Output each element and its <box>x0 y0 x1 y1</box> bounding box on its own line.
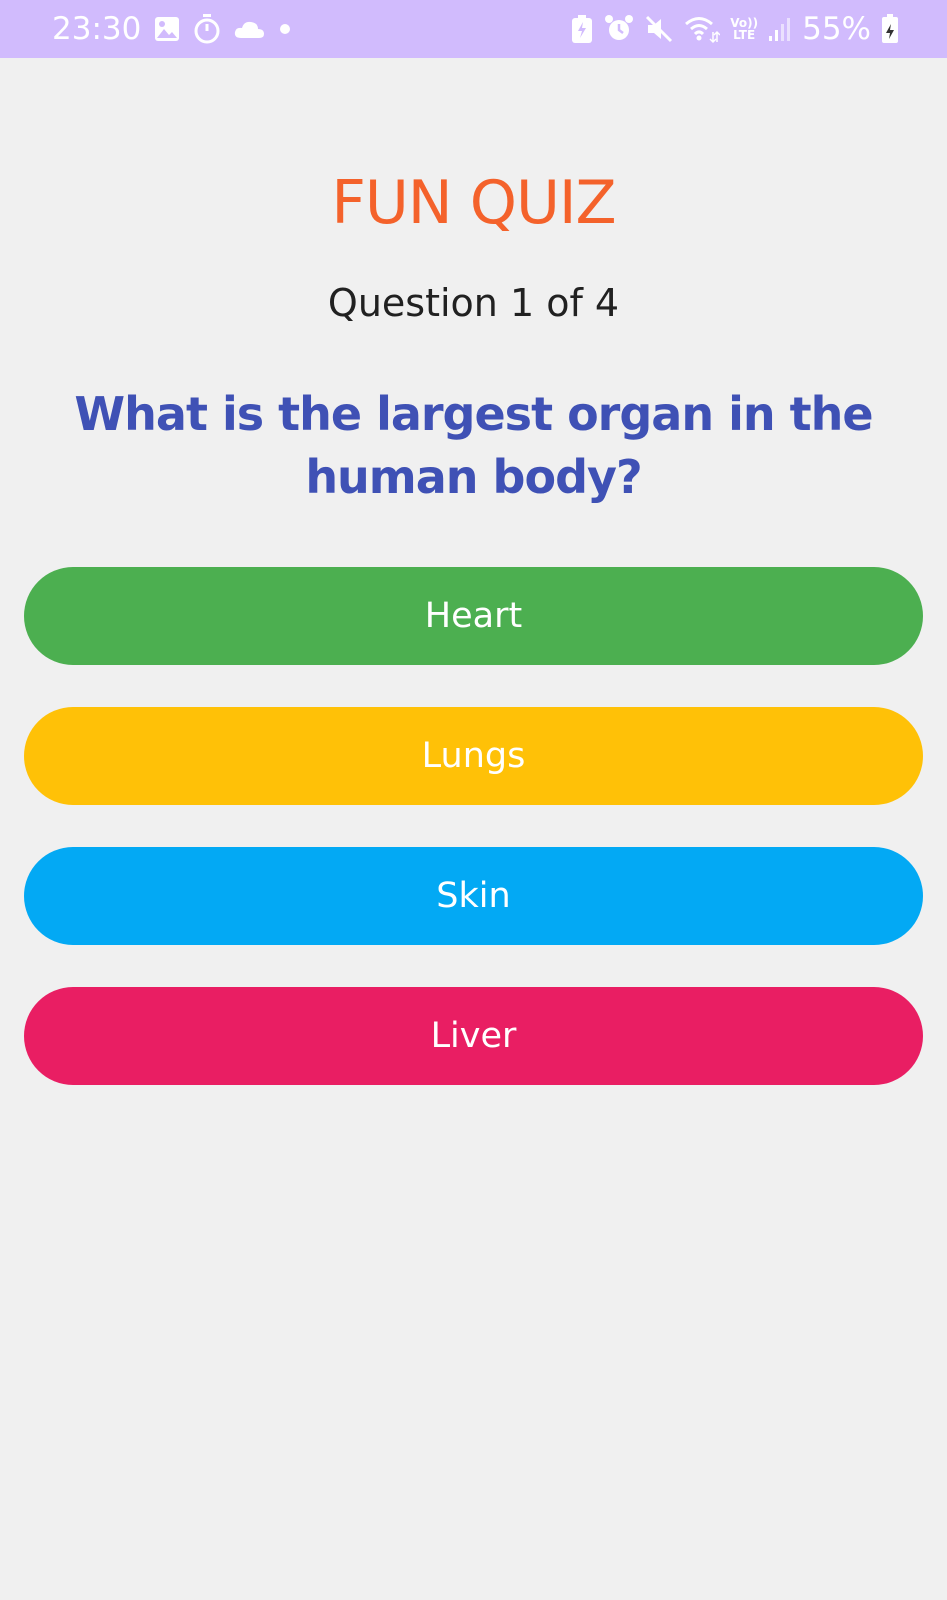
question-progress: Question 1 of 4 <box>327 281 620 325</box>
battery-percent: 55% <box>802 11 871 47</box>
alarm-icon <box>604 14 634 44</box>
volte-icon: Vo)) LTE <box>730 17 758 41</box>
answer-label: Liver <box>430 1016 517 1056</box>
answer-button-liver[interactable]: Liver <box>24 987 923 1085</box>
status-time: 23:30 <box>52 11 142 47</box>
battery-icon <box>881 14 899 44</box>
mute-icon <box>644 14 674 44</box>
signal-icon <box>768 16 792 42</box>
answer-label: Skin <box>436 876 511 916</box>
wifi-icon <box>684 14 721 44</box>
question-text: What is the largest organ in the human b… <box>74 387 873 504</box>
quiz-title: FUN QUIZ <box>331 168 616 238</box>
battery-saver-icon <box>570 15 594 43</box>
answer-label: Lungs <box>421 736 526 776</box>
status-bar: 23:30 Vo)) LTE 55% <box>0 0 947 58</box>
answer-button-heart[interactable]: Heart <box>24 567 923 665</box>
status-bar-right: Vo)) LTE 55% <box>570 0 899 58</box>
answer-button-skin[interactable]: Skin <box>24 847 923 945</box>
notification-dot-icon <box>277 21 293 37</box>
timer-icon <box>193 14 221 44</box>
answer-button-lungs[interactable]: Lungs <box>24 707 923 805</box>
cloud-icon <box>233 18 265 40</box>
gallery-icon <box>153 15 181 43</box>
answer-label: Heart <box>424 596 523 636</box>
volte-label-bottom: LTE <box>733 28 756 42</box>
status-bar-left: 23:30 <box>52 0 293 58</box>
